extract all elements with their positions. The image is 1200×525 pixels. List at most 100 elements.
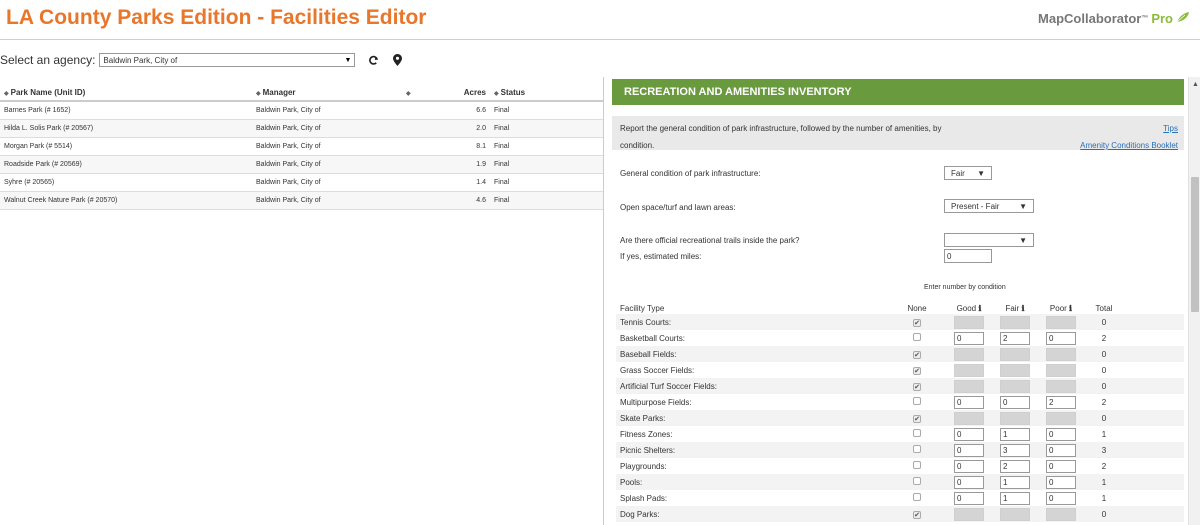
poor-count-input[interactable]: 0 xyxy=(1046,491,1076,505)
fair-count-input[interactable] xyxy=(1000,411,1030,425)
trails-select[interactable]: ▼ xyxy=(944,233,1034,247)
fair-count-input[interactable]: 2 xyxy=(1000,459,1030,473)
poor-count-input[interactable]: 0 xyxy=(1046,459,1076,473)
good-count-input[interactable] xyxy=(954,347,984,361)
none-checkbox[interactable] xyxy=(913,477,921,485)
agency-selected-value: Baldwin Park, City of xyxy=(103,55,178,65)
chevron-down-icon: ▼ xyxy=(1019,235,1027,245)
facility-name: Picnic Shelters: xyxy=(620,445,676,455)
poor-count-input[interactable] xyxy=(1046,315,1076,329)
good-count-input[interactable] xyxy=(954,363,984,377)
poor-count-input[interactable]: 2 xyxy=(1046,395,1076,409)
none-checkbox-cell: ✔ xyxy=(888,414,946,423)
none-checkbox[interactable] xyxy=(913,493,921,501)
info-icon[interactable]: ℹ xyxy=(1069,304,1072,313)
good-count-input[interactable]: 0 xyxy=(954,331,984,345)
none-checkbox[interactable]: ✔ xyxy=(913,382,921,391)
table-row[interactable]: Syhre (# 20565) Baldwin Park, City of 1.4 F… xyxy=(0,174,603,192)
good-count-input[interactable] xyxy=(954,379,984,393)
col-total: Total xyxy=(1095,303,1113,313)
col-unnamed[interactable]: ◆ xyxy=(406,88,426,97)
facility-row: Grass Soccer Fields: ✔ 0 xyxy=(616,362,1184,378)
facility-total: 3 xyxy=(1101,445,1107,455)
none-checkbox[interactable]: ✔ xyxy=(913,414,921,423)
good-count-input[interactable] xyxy=(954,507,984,521)
scroll-up-icon[interactable]: ▲ xyxy=(1192,81,1199,88)
poor-count-input[interactable]: 0 xyxy=(1046,475,1076,489)
poor-count-input[interactable]: 0 xyxy=(1046,331,1076,345)
poor-count-input[interactable] xyxy=(1046,379,1076,393)
park-name: Syhre (# 20565) xyxy=(4,179,55,186)
col-acres[interactable]: Acres xyxy=(426,88,494,97)
facility-total: 2 xyxy=(1101,461,1107,471)
table-row[interactable]: Morgan Park (# 5514) Baldwin Park, City o… xyxy=(0,138,603,156)
agency-row: Select an agency: Baldwin Park, City of … xyxy=(0,52,403,68)
fair-count-input[interactable]: 0 xyxy=(1000,395,1030,409)
none-checkbox[interactable] xyxy=(913,461,921,469)
info-icon[interactable]: ℹ xyxy=(1021,304,1024,313)
refresh-icon[interactable] xyxy=(367,54,379,66)
booklet-link[interactable]: Amenity Conditions Booklet xyxy=(1080,141,1178,150)
good-count-input[interactable]: 0 xyxy=(954,475,984,489)
table-row[interactable]: Roadside Park (# 20569) Baldwin Park, Cit… xyxy=(0,156,603,174)
none-checkbox-cell: ✔ xyxy=(888,382,946,391)
good-count-input[interactable] xyxy=(954,315,984,329)
fair-count-input[interactable] xyxy=(1000,347,1030,361)
good-count-input[interactable]: 0 xyxy=(954,491,984,505)
fair-count-input[interactable]: 1 xyxy=(1000,427,1030,441)
facility-total: 2 xyxy=(1101,333,1107,343)
fair-count-input[interactable]: 1 xyxy=(1000,475,1030,489)
col-good: Good ℹ xyxy=(956,303,982,313)
col-status[interactable]: ◆ Status xyxy=(494,88,594,97)
none-checkbox[interactable] xyxy=(913,397,921,405)
fair-count-input[interactable]: 1 xyxy=(1000,491,1030,505)
panel-scrollbar[interactable]: ▲ xyxy=(1188,77,1200,525)
scrollbar-thumb[interactable] xyxy=(1191,177,1199,312)
facility-row: Multipurpose Fields: 0 0 2 2 xyxy=(616,394,1184,410)
map-pin-icon[interactable] xyxy=(391,54,403,66)
fair-count-input[interactable]: 3 xyxy=(1000,443,1030,457)
none-checkbox[interactable]: ✔ xyxy=(913,366,921,375)
agency-select[interactable]: Baldwin Park, City of ▼ xyxy=(99,53,356,67)
fair-count-input[interactable]: 2 xyxy=(1000,331,1030,345)
tips-link[interactable]: Tips xyxy=(1163,124,1178,133)
fair-count-input[interactable] xyxy=(1000,363,1030,377)
poor-count-input[interactable] xyxy=(1046,363,1076,377)
good-count-input[interactable]: 0 xyxy=(954,443,984,457)
good-count-input[interactable] xyxy=(954,411,984,425)
none-checkbox[interactable] xyxy=(913,445,921,453)
none-checkbox[interactable]: ✔ xyxy=(913,318,921,327)
poor-count-input[interactable] xyxy=(1046,347,1076,361)
good-count-input[interactable]: 0 xyxy=(954,459,984,473)
none-checkbox[interactable] xyxy=(913,429,921,437)
none-checkbox-cell xyxy=(888,333,946,343)
poor-count-input[interactable]: 0 xyxy=(1046,427,1076,441)
open-space-select[interactable]: Present - Fair ▼ xyxy=(944,199,1034,213)
parks-table: ◆ Park Name (Unit ID) ◆ Manager ◆ Acres ◆ S… xyxy=(0,84,603,210)
enter-number-label: Enter number by condition xyxy=(924,284,1006,291)
table-row[interactable]: Hilda L. Solis Park (# 20567) Baldwin Par… xyxy=(0,120,603,138)
fair-count-input[interactable] xyxy=(1000,315,1030,329)
info-icon[interactable]: ℹ xyxy=(978,304,981,313)
table-row[interactable]: Barnes Park (# 1652) Baldwin Park, City o… xyxy=(0,102,603,120)
facility-row: Tennis Courts: ✔ 0 xyxy=(616,314,1184,330)
general-condition-select[interactable]: Fair ▼ xyxy=(944,166,992,180)
park-acres: 6.6 xyxy=(476,107,486,114)
fair-count-input[interactable] xyxy=(1000,379,1030,393)
good-count-input[interactable]: 0 xyxy=(954,395,984,409)
chevron-down-icon: ▼ xyxy=(1019,201,1027,211)
miles-input[interactable]: 0 xyxy=(944,249,992,263)
poor-count-input[interactable]: 0 xyxy=(1046,443,1076,457)
col-manager[interactable]: ◆ Manager xyxy=(256,88,406,97)
table-row[interactable]: Walnut Creek Nature Park (# 20570) Baldwi… xyxy=(0,192,603,210)
fair-count-input[interactable] xyxy=(1000,507,1030,521)
good-count-input[interactable]: 0 xyxy=(954,427,984,441)
none-checkbox[interactable]: ✔ xyxy=(913,350,921,359)
col-park-name[interactable]: ◆ Park Name (Unit ID) xyxy=(0,88,256,97)
none-checkbox[interactable]: ✔ xyxy=(913,510,921,519)
park-acres: 2.0 xyxy=(476,125,486,132)
park-name: Roadside Park (# 20569) xyxy=(4,161,82,168)
none-checkbox[interactable] xyxy=(913,333,921,341)
poor-count-input[interactable] xyxy=(1046,411,1076,425)
poor-count-input[interactable] xyxy=(1046,507,1076,521)
